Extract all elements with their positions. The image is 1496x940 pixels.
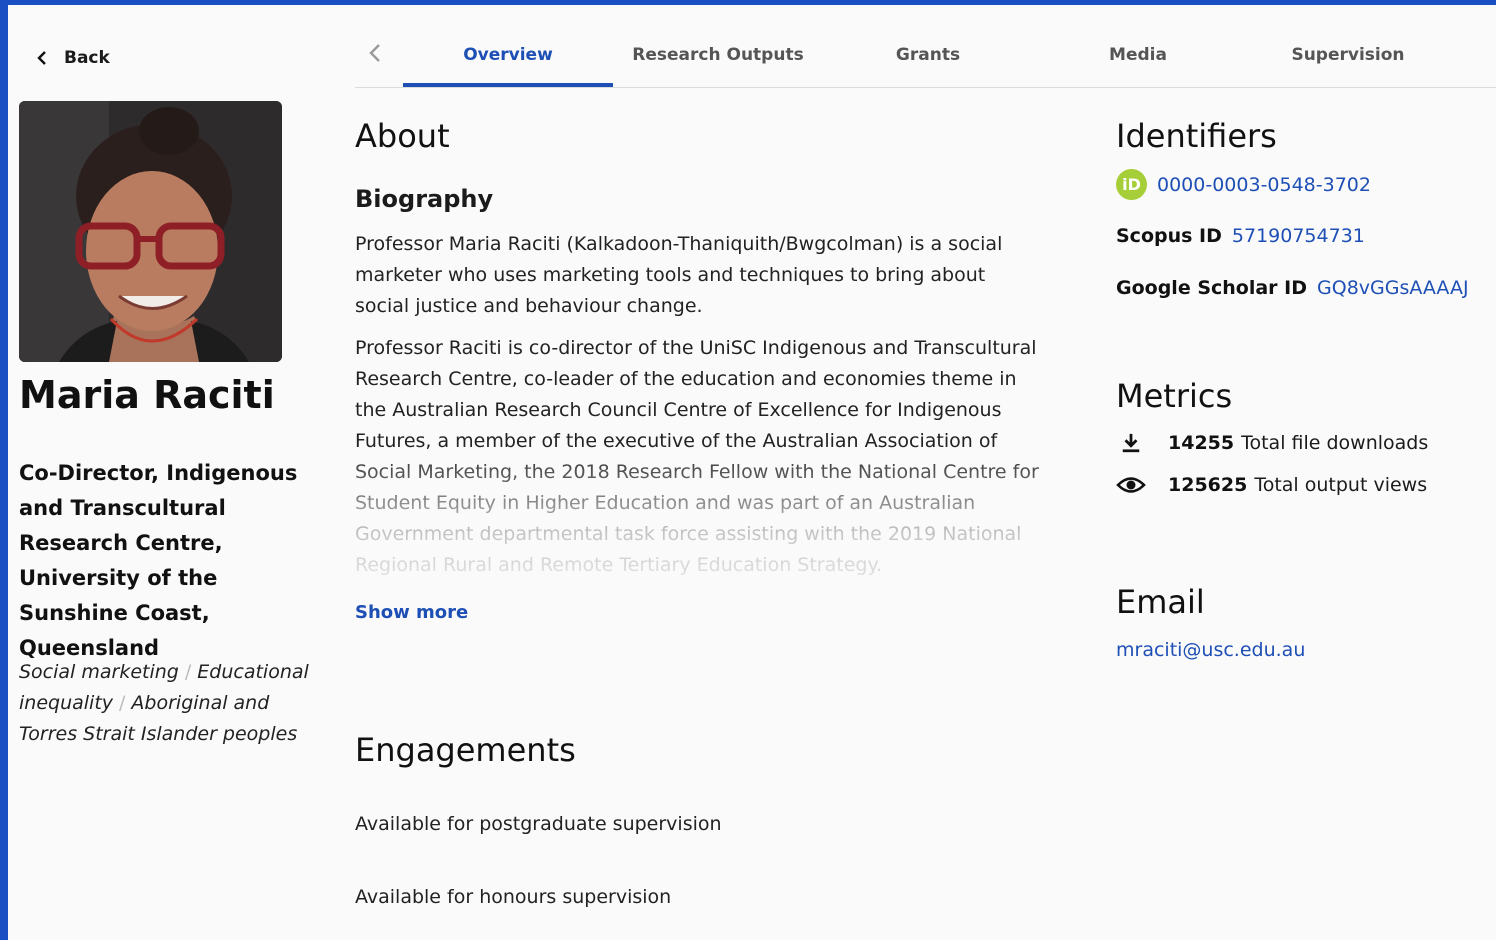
views-metric: 125625 Total output views [1116, 472, 1427, 498]
views-value: 125625 [1168, 474, 1248, 496]
biography-paragraph: Professor Maria Raciti (Kalkadoon-Thaniq… [355, 233, 1003, 317]
profile-photo [19, 101, 282, 362]
profile-position: Co-Director, Indigenous and Transcultura… [19, 461, 298, 660]
scopus-label: Scopus ID [1116, 225, 1222, 247]
engagement-item: Available for honours supervision [355, 886, 672, 908]
engagement-item: Available for postgraduate supervision [355, 813, 722, 835]
tab-research-outputs[interactable]: Research Outputs [613, 5, 823, 87]
orcid-row: iD 0000-0003-0548-3702 [1116, 169, 1371, 200]
tab-overview[interactable]: Overview [403, 5, 613, 87]
tab-grants[interactable]: Grants [823, 5, 1033, 87]
downloads-value: 14255 [1168, 432, 1235, 454]
about-heading: About [355, 117, 450, 155]
chevron-left-icon [37, 51, 46, 65]
biography-fade [348, 445, 1048, 605]
show-more-button[interactable]: Show more [355, 602, 468, 623]
tab-bar: Overview Research Outputs Grants Media S… [355, 5, 1496, 88]
scopus-link[interactable]: 57190754731 [1232, 225, 1365, 247]
scopus-row: Scopus ID 57190754731 [1116, 225, 1365, 247]
keyword[interactable]: Social marketing [19, 661, 179, 683]
orcid-icon: iD [1116, 169, 1147, 200]
identifiers-heading: Identifiers [1116, 117, 1277, 155]
back-label: Back [64, 48, 110, 68]
chevron-left-icon [369, 44, 380, 62]
tab-media[interactable]: Media [1033, 5, 1243, 87]
back-button[interactable]: Back [34, 45, 110, 71]
google-scholar-label: Google Scholar ID [1116, 277, 1308, 299]
profile-name: Maria Raciti [19, 373, 275, 417]
keyword-separator: / [184, 661, 192, 683]
keyword-list: Social marketing / Educational inequality /… [19, 657, 319, 750]
eye-icon [1116, 472, 1146, 498]
profile-page: Back Maria Raciti Co-Director, Indigenou… [8, 5, 1496, 940]
views-label: Total output views [1254, 474, 1428, 496]
biography-heading: Biography [355, 185, 494, 213]
download-icon [1116, 430, 1146, 456]
engagements-heading: Engagements [355, 731, 576, 769]
downloads-metric: 14255 Total file downloads [1116, 430, 1428, 456]
keyword-separator: / [119, 692, 126, 714]
tab-supervision[interactable]: Supervision [1243, 5, 1453, 87]
google-scholar-link[interactable]: GQ8vGGsAAAAJ [1317, 277, 1469, 299]
email-link[interactable]: mraciti@usc.edu.au [1116, 639, 1305, 661]
downloads-label: Total file downloads [1241, 432, 1429, 454]
orcid-link[interactable]: 0000-0003-0548-3702 [1157, 174, 1371, 196]
metrics-heading: Metrics [1116, 377, 1233, 415]
google-scholar-row: Google Scholar ID GQ8vGGsAAAAJ [1116, 277, 1469, 299]
email-heading: Email [1116, 583, 1205, 621]
tabs-prev-button[interactable] [365, 41, 385, 65]
